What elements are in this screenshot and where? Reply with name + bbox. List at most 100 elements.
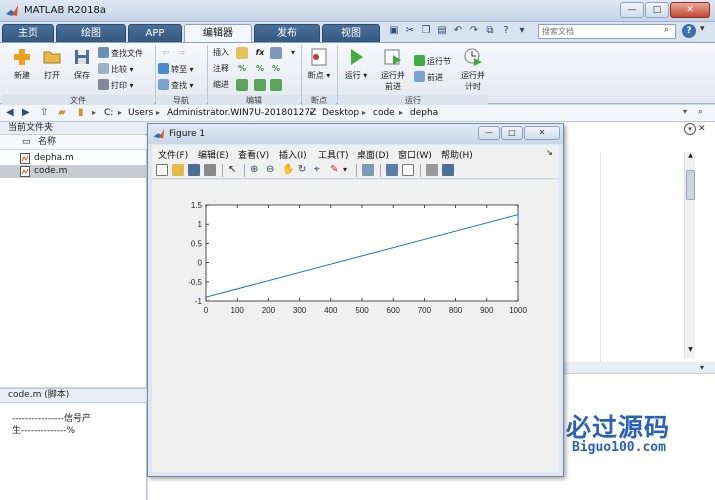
- tab-apps[interactable]: APP: [128, 24, 182, 42]
- comment-percent-icon[interactable]: %: [236, 63, 248, 75]
- uncomment-icon[interactable]: %: [254, 63, 266, 75]
- root-folder-icon[interactable]: ▮: [78, 107, 84, 118]
- zoom-in-icon[interactable]: ⊕: [250, 164, 262, 176]
- menu-edit[interactable]: 编辑(E): [198, 148, 229, 161]
- save-button[interactable]: 保存: [68, 47, 96, 81]
- tab-view[interactable]: 视图: [322, 24, 380, 42]
- file-row[interactable]: depha.m: [0, 152, 147, 165]
- open-button[interactable]: 打开: [38, 47, 66, 81]
- comment-button[interactable]: 注释: [213, 63, 229, 75]
- search-icon[interactable]: ⌕: [664, 25, 675, 37]
- menu-window[interactable]: 窗口(W): [398, 148, 432, 161]
- colorbar-icon[interactable]: [386, 164, 398, 176]
- new-button[interactable]: 新建: [8, 47, 36, 81]
- new-figure-icon[interactable]: [156, 164, 168, 176]
- undo-quick-icon[interactable]: ↶: [452, 25, 464, 37]
- menu-file[interactable]: 文件(F): [158, 148, 188, 161]
- column-header-name[interactable]: ▭ 名称: [0, 136, 147, 150]
- run-and-advance-button[interactable]: 运行并 前进: [376, 47, 410, 92]
- cut-quick-icon[interactable]: ✂: [404, 25, 416, 37]
- switch-windows-icon[interactable]: ⧉: [484, 25, 496, 37]
- scrollbar-thumb[interactable]: [686, 170, 695, 200]
- forward-arrow-icon[interactable]: ▶: [22, 107, 30, 118]
- search-folder-icon[interactable]: ⌕: [698, 107, 703, 117]
- breakpoints-button[interactable]: 断点 ▾: [305, 47, 333, 81]
- fx-icon[interactable]: fx: [254, 47, 266, 59]
- wrap-comment-icon[interactable]: %: [270, 63, 282, 75]
- figure-title-bar[interactable]: Figure 1 — □ ✕: [148, 124, 563, 144]
- close-button[interactable]: ✕: [670, 2, 710, 18]
- back-arrow-icon[interactable]: ◀: [6, 107, 14, 118]
- scroll-up-icon[interactable]: ▲: [686, 152, 695, 162]
- quick-menu-chevron-icon[interactable]: ▾: [516, 25, 528, 37]
- figure-minimize-button[interactable]: —: [478, 126, 500, 140]
- advance-button[interactable]: 前进: [414, 71, 443, 83]
- breadcrumb-segment[interactable]: Users: [128, 108, 153, 118]
- menu-help[interactable]: 帮助(H): [441, 148, 473, 161]
- breadcrumb-segment[interactable]: Desktop: [322, 108, 359, 118]
- redo-quick-icon[interactable]: ↷: [468, 25, 480, 37]
- decrease-indent-icon[interactable]: [270, 79, 282, 91]
- help-icon[interactable]: ?: [682, 24, 696, 38]
- figure-window[interactable]: Figure 1 — □ ✕ 文件(F) 编辑(E) 查看(V) 插入(I) 工…: [147, 123, 564, 477]
- print-figure-icon[interactable]: [204, 164, 216, 176]
- menu-insert[interactable]: 插入(I): [279, 148, 307, 161]
- brush-icon[interactable]: ✎: [330, 164, 342, 176]
- insert-function-icon[interactable]: [270, 47, 282, 59]
- run-button[interactable]: 运行 ▾: [342, 47, 370, 81]
- browse-folder-icon[interactable]: ▰: [58, 107, 66, 118]
- open-file-icon[interactable]: [172, 164, 184, 176]
- menu-tools[interactable]: 工具(T): [318, 148, 349, 161]
- insert-section-icon[interactable]: [236, 47, 248, 59]
- goto-button[interactable]: 转至 ▾: [158, 63, 194, 75]
- tab-plots[interactable]: 绘图: [56, 24, 126, 42]
- scroll-down-icon[interactable]: ▼: [686, 346, 695, 356]
- tab-editor[interactable]: 编辑器: [184, 24, 252, 42]
- insert-button[interactable]: 插入: [213, 47, 229, 59]
- vertical-scrollbar[interactable]: ▲ ▼: [684, 152, 695, 358]
- breadcrumb-segment[interactable]: Administrator.WIN7U-20180127Z: [167, 108, 316, 118]
- increase-indent-icon[interactable]: [254, 79, 266, 91]
- minimize-button[interactable]: —: [620, 2, 644, 18]
- insert-dropdown-chevron-icon[interactable]: ▾: [287, 47, 299, 59]
- maximize-button[interactable]: □: [645, 2, 669, 18]
- address-dropdown-icon[interactable]: ▾: [683, 107, 687, 116]
- search-input[interactable]: [538, 24, 676, 39]
- paste-quick-icon[interactable]: ▤: [436, 25, 448, 37]
- find-button[interactable]: 查找 ▾: [158, 79, 194, 91]
- back-nav-icon[interactable]: ⇦: [160, 47, 172, 59]
- print-button[interactable]: 打印 ▾: [98, 79, 134, 91]
- up-folder-icon[interactable]: ⇧: [40, 107, 48, 118]
- forward-nav-icon[interactable]: ⇨: [176, 47, 188, 59]
- zoom-out-icon[interactable]: ⊖: [266, 164, 278, 176]
- hide-plot-tools-icon[interactable]: [426, 164, 438, 176]
- save-figure-icon[interactable]: [188, 164, 200, 176]
- breadcrumb-segment[interactable]: C:: [104, 108, 113, 118]
- dock-figure-icon[interactable]: ↘: [546, 148, 553, 157]
- panel-actions-icon[interactable]: ▾: [684, 123, 696, 135]
- pointer-icon[interactable]: ↖: [228, 164, 240, 176]
- indent-button[interactable]: 缩进: [213, 79, 229, 91]
- figure-close-button[interactable]: ✕: [524, 126, 560, 140]
- run-and-time-button[interactable]: 运行并 计时: [456, 47, 490, 92]
- smart-indent-icon[interactable]: [236, 79, 248, 91]
- pan-hand-icon[interactable]: ✋: [282, 164, 294, 176]
- menu-view[interactable]: 查看(V): [238, 148, 269, 161]
- data-cursor-icon[interactable]: ⌖: [314, 164, 326, 176]
- line-chart[interactable]: 0 100 200 300 400 500 600 700 800 900 1000 -1 -0.5 0 0…: [152, 180, 559, 472]
- compare-button[interactable]: 比较 ▾: [98, 63, 134, 75]
- file-row-selected[interactable]: code.m: [0, 165, 147, 178]
- figure-maximize-button[interactable]: □: [501, 126, 523, 140]
- rotate-3d-icon[interactable]: ↻: [298, 164, 310, 176]
- tab-publish[interactable]: 发布: [254, 24, 320, 42]
- legend-icon[interactable]: [402, 164, 414, 176]
- command-window-actions-icon[interactable]: ▾: [700, 363, 704, 372]
- save-quick-icon[interactable]: ▣: [388, 25, 400, 37]
- breadcrumb-segment[interactable]: depha: [410, 108, 438, 118]
- expand-ribbon-icon[interactable]: ▾: [700, 24, 712, 38]
- figure-canvas[interactable]: 0 100 200 300 400 500 600 700 800 900 1000 -1 -0.5 0 0…: [152, 180, 559, 472]
- tab-home[interactable]: 主页: [2, 24, 54, 42]
- menu-desktop[interactable]: 桌面(D): [357, 148, 389, 161]
- find-files-button[interactable]: 查找文件: [98, 47, 143, 59]
- run-section-button[interactable]: 运行节: [414, 55, 451, 67]
